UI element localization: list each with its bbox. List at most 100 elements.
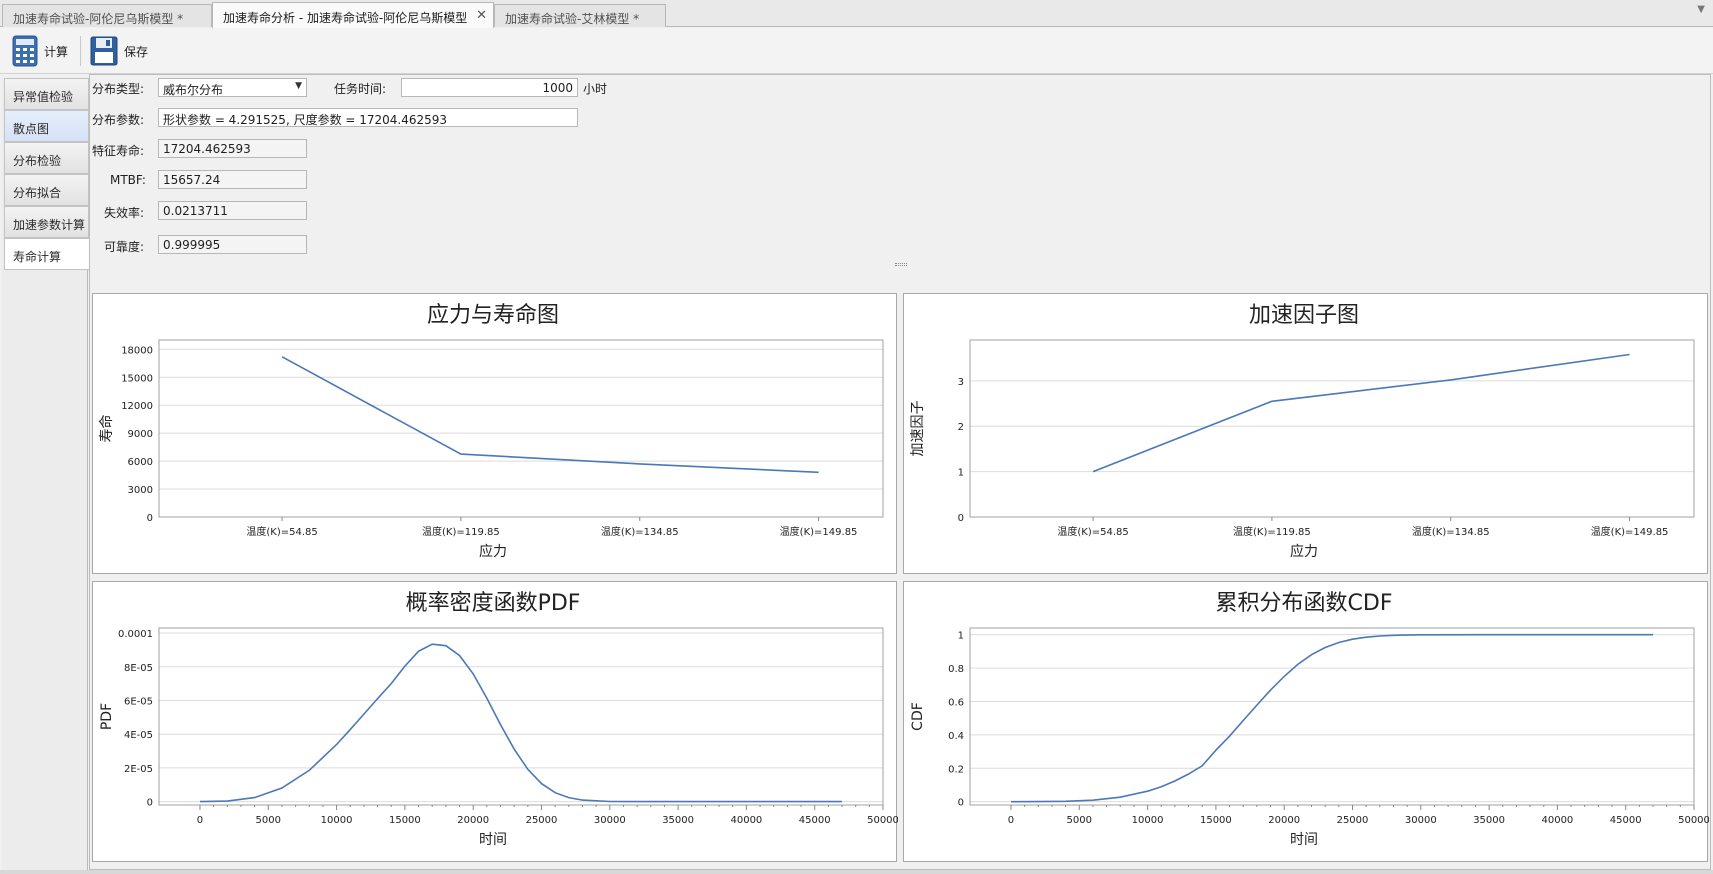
pdf-chart: 概率密度函数PDF 0 2E-05 4E-05 6E-05 8E-05 0.0001 0 500… [92,581,898,862]
y-tick-label: 9000 [128,429,153,440]
y-tick-label: 1 [958,631,964,642]
y-tick-label: 15000 [121,373,153,384]
nav-label: 散点图 [13,122,50,136]
y-tick-label: 12000 [121,401,153,412]
nav-label: 异常值检验 [13,90,74,104]
close-icon[interactable]: ✕ [476,8,487,23]
tab-accelerated-life-analysis[interactable]: 加速寿命分析 - 加速寿命试验-阿伦尼乌斯模型 ✕ [212,2,494,28]
save-label: 保存 [124,44,149,59]
y-tick-label: 0 [147,798,153,809]
x-tick-label: 0 [197,815,203,826]
x-tick-label: 15000 [1200,815,1232,826]
tab-arrhenius-test[interactable]: 加速寿命试验-阿伦尼乌斯模型 * [2,4,212,27]
calculator-icon [12,35,38,67]
side-navigation: 异常值检验 散点图 分布检验 分布拟合 加速参数计算 寿命计算 [2,78,91,870]
y-axis-title: CDF [910,702,926,731]
nav-distribution-fit[interactable]: 分布拟合 [4,174,89,206]
y-tick-label: 2E-05 [124,764,153,775]
y-axis-title: PDF [99,703,115,730]
mission-time-input[interactable]: 1000 [401,78,578,97]
y-tick-label: 4E-05 [124,730,153,741]
dist-type-label: 分布类型: [92,82,145,96]
y-tick-label: 0 [958,798,964,809]
char-life-field[interactable]: 17204.462593 [158,139,307,158]
y-tick-label: 0.8 [948,664,964,675]
y-tick-label: 3000 [128,485,153,496]
y-tick-label: 0.6 [948,697,964,708]
x-tick-label: 温度(K)=149.85 [780,525,858,538]
status-bar [0,870,1713,874]
x-tick-label: 30000 [594,815,626,826]
toolbar: 计算 保存 [0,28,1713,74]
tab-list-dropdown-icon[interactable]: ▼ [1697,4,1705,15]
x-tick-label: 25000 [1337,815,1369,826]
x-tick-label: 10000 [321,815,353,826]
x-tick-label: 温度(K)=119.85 [1233,525,1311,538]
x-tick-label: 45000 [799,815,831,826]
y-axis-title: 加速因子 [910,401,926,457]
y-tick-label: 6000 [128,457,153,468]
mission-time-value: 1000 [542,81,573,95]
char-life-label: 特征寿命: [92,144,145,158]
main-panel: 分布类型: 威布尔分布 ▼ 任务时间: 1000 小时 分布参数: 形状参数 =… [89,74,1711,870]
tab-label: 加速寿命试验-阿伦尼乌斯模型 * [13,12,184,26]
nav-outlier-test[interactable]: 异常值检验 [4,78,89,110]
cdf-chart: 累积分布函数CDF 0 0.2 0.4 0.6 0.8 1 0 5000 10000 15000 20… [903,581,1709,862]
y-tick-label: 0.4 [948,731,964,742]
failure-rate-label: 失效率: [104,206,145,220]
x-tick-label: 40000 [1541,815,1573,826]
tab-eyring-test[interactable]: 加速寿命试验-艾林模型 * [494,4,666,27]
series-line [1092,353,1630,473]
x-axis-title: 时间 [479,832,507,848]
x-tick-label: 5000 [256,815,281,826]
y-tick-label: 0.2 [948,764,964,775]
nav-label: 分布检验 [13,154,62,168]
reliability-value: 0.999995 [163,238,221,252]
chart-title: 应力与寿命图 [427,303,559,328]
nav-distribution-test[interactable]: 分布检验 [4,142,89,174]
toolbar-separator [80,36,81,66]
x-tick-label: 20000 [457,815,489,826]
nav-scatter-plot[interactable]: 散点图 [4,110,89,142]
series-line [199,643,842,803]
dist-type-select[interactable]: 威布尔分布 ▼ [158,78,307,97]
acceleration-factor-chart-svg: 加速因子图 0 1 2 3 温度(K)=54.85 温度(K)=119.85 温度(K)=13… [910,303,1695,560]
x-tick-label: 50000 [867,815,898,826]
char-life-value: 17204.462593 [163,142,251,156]
y-tick-label: 1 [958,468,964,479]
y-tick-label: 8E-05 [124,663,153,674]
dist-params-input[interactable]: 形状参数 = 4.291525, 尺度参数 = 17204.462593 [158,108,578,127]
y-tick-label: 6E-05 [124,696,153,707]
x-tick-label: 5000 [1067,815,1092,826]
save-button[interactable]: 保存 [90,34,148,68]
x-tick-label: 35000 [1473,815,1505,826]
nav-acceleration-params[interactable]: 加速参数计算 [4,206,89,238]
x-axis-title: 应力 [479,543,507,560]
y-tick-label: 2 [958,422,964,433]
chevron-down-icon[interactable]: ▼ [295,81,302,91]
failure-rate-value: 0.0213711 [163,204,228,218]
save-icon [90,36,118,66]
x-tick-label: 温度(K)=54.85 [1057,525,1128,538]
mission-time-label: 任务时间: [334,82,387,96]
reliability-field[interactable]: 0.999995 [158,235,307,254]
y-tick-label: 18000 [121,345,153,356]
tab-label: 加速寿命试验-艾林模型 * [505,12,640,26]
x-tick-label: 温度(K)=149.85 [1591,525,1669,538]
splitter-handle[interactable] [895,263,907,266]
x-tick-label: 10000 [1132,815,1164,826]
failure-rate-field[interactable]: 0.0213711 [158,201,307,220]
x-tick-label: 25000 [526,815,558,826]
chart-title: 累积分布函数CDF [1216,591,1393,616]
calculate-button[interactable]: 计算 [12,34,68,68]
stress-life-chart: 应力与寿命图 0 3000 6000 9000 12000 15000 18000 温度(K)=… [92,293,897,574]
x-axis-title: 时间 [1290,832,1318,848]
mtbf-field[interactable]: 15657.24 [158,170,307,189]
y-tick-label: 3 [958,377,964,388]
nav-life-calculation[interactable]: 寿命计算 [4,238,91,270]
x-tick-label: 温度(K)=54.85 [246,525,317,538]
mtbf-value: 15657.24 [163,173,221,187]
series-line [281,356,819,474]
plot-area-frame [969,339,1695,518]
y-tick-label: 0 [958,513,964,524]
